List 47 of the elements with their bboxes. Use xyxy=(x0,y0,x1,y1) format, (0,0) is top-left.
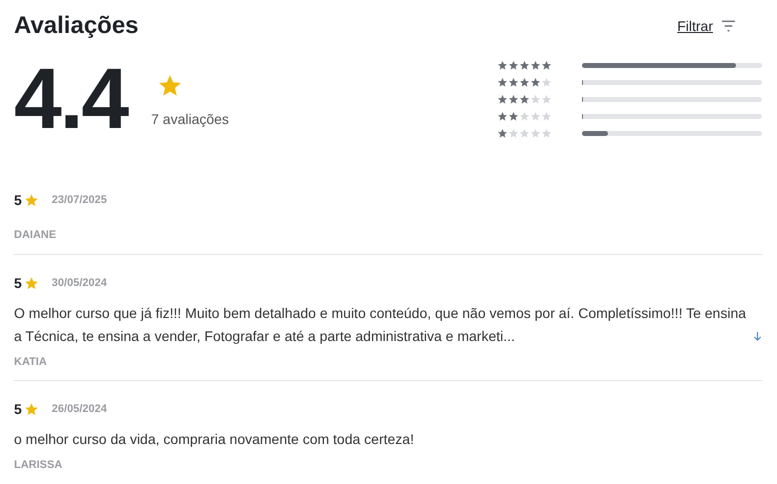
star-icon xyxy=(519,94,530,105)
review-author: DAIANE xyxy=(14,228,58,243)
star-icon xyxy=(24,402,39,417)
star-icon xyxy=(519,60,530,71)
review-author: LARISSA xyxy=(14,458,64,473)
star-icon xyxy=(530,60,541,71)
star-icon xyxy=(508,128,519,139)
star-icon xyxy=(541,77,552,88)
star-icon xyxy=(541,94,552,105)
review-text: o melhor curso da vida, compraria novamente com toda certeza! xyxy=(14,430,415,449)
review-count: 7 avaliações xyxy=(151,110,229,129)
filter-button[interactable]: Filtrar xyxy=(677,16,736,36)
star-icon xyxy=(508,111,519,122)
review-date: 30/05/2024 xyxy=(52,276,107,291)
star-icon xyxy=(497,94,508,105)
star-icon xyxy=(530,94,541,105)
star-icon xyxy=(530,128,541,139)
arrow-down-icon xyxy=(753,330,762,342)
star-icon xyxy=(497,111,508,122)
star-icon xyxy=(541,128,552,139)
star-icon xyxy=(530,77,541,88)
star-icon xyxy=(24,193,39,208)
star-icon xyxy=(508,77,519,88)
review-date: 23/07/2025 xyxy=(52,193,107,208)
review-rating: 5 xyxy=(14,400,22,419)
star-icon xyxy=(508,60,519,71)
section-title: Avaliações xyxy=(14,11,139,41)
filter-icon xyxy=(721,20,736,32)
star-icon xyxy=(541,111,552,122)
review-author: KATIA xyxy=(14,354,48,370)
star-icon xyxy=(157,72,184,98)
star-icon xyxy=(530,111,541,122)
review-rating: 5 xyxy=(14,191,22,210)
average-rating: 4.4 xyxy=(14,56,128,142)
star-icon xyxy=(519,128,530,139)
star-icon xyxy=(519,111,530,122)
star-icon xyxy=(497,128,508,139)
star-icon xyxy=(497,77,508,88)
review-text: O melhor curso que já fiz!!! Muito bem detalhado e muito conteúdo, que não vemos por aí. Completíssimo!!! Te ensina a Técnica, te ensina a vender, Fotografar e até a parte administrativa e marketi... xyxy=(14,304,748,346)
expand-button[interactable] xyxy=(753,330,762,342)
star-icon xyxy=(508,94,519,105)
review-rating: 5 xyxy=(14,274,22,292)
star-icon xyxy=(541,60,552,71)
review-date: 26/05/2024 xyxy=(52,402,107,418)
star-icon xyxy=(519,77,530,88)
star-icon xyxy=(24,276,39,290)
star-icon xyxy=(497,60,508,71)
